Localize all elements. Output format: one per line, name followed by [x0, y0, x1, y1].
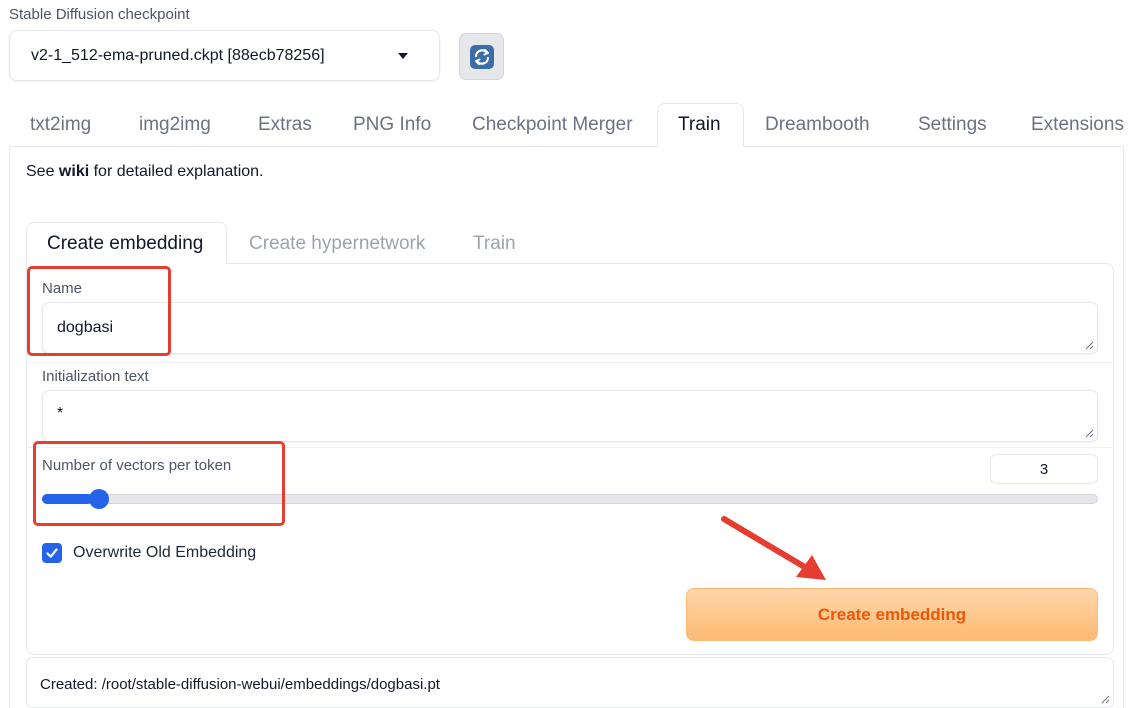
- subtab-train[interactable]: Train: [473, 233, 516, 255]
- output-textbox: Created: /root/stable-diffusion-webui/em…: [26, 657, 1114, 708]
- wiki-note-suffix: for detailed explanation.: [89, 163, 264, 180]
- create-embedding-button[interactable]: Create embedding: [686, 588, 1098, 641]
- overwrite-checkbox-label: Overwrite Old Embedding: [73, 544, 257, 561]
- resize-grip-icon[interactable]: [1101, 695, 1110, 704]
- tab-extensions[interactable]: Extensions: [1031, 114, 1124, 136]
- tab-img2img[interactable]: img2img: [139, 114, 211, 136]
- wiki-link[interactable]: wiki: [59, 163, 89, 180]
- tab-checkpoint-merger[interactable]: Checkpoint Merger: [472, 114, 633, 136]
- initialization-text-value: *: [57, 405, 64, 422]
- tab-train[interactable]: Train: [678, 114, 721, 136]
- tab-settings[interactable]: Settings: [918, 114, 987, 136]
- subtab-create-embedding[interactable]: Create embedding: [47, 233, 203, 255]
- checkpoint-label: Stable Diffusion checkpoint: [9, 6, 190, 23]
- refresh-icon: [469, 44, 494, 69]
- initialization-text-input[interactable]: *: [42, 390, 1098, 442]
- checkmark-icon: [46, 548, 58, 558]
- chevron-down-icon: [398, 53, 408, 59]
- wiki-note: See wiki for detailed explanation.: [26, 163, 264, 181]
- divider: [27, 362, 1113, 363]
- tab-extras[interactable]: Extras: [258, 114, 312, 136]
- tab-png-info[interactable]: PNG Info: [353, 114, 431, 136]
- wiki-note-prefix: See: [26, 163, 59, 180]
- name-highlight-box: [27, 266, 171, 356]
- tab-dreambooth[interactable]: Dreambooth: [765, 114, 870, 136]
- checkpoint-selected-value: v2-1_512-ema-pruned.ckpt [88ecb78256]: [31, 47, 325, 64]
- vectors-highlight-box: [33, 441, 285, 526]
- vectors-per-token-number-input[interactable]: 3: [990, 454, 1098, 484]
- refresh-checkpoint-button[interactable]: [459, 33, 504, 80]
- resize-grip-icon[interactable]: [1085, 429, 1094, 438]
- tab-txt2img[interactable]: txt2img: [30, 114, 91, 136]
- initialization-text-label: Initialization text: [42, 368, 149, 385]
- overwrite-checkbox[interactable]: [42, 543, 62, 563]
- output-message: Created: /root/stable-diffusion-webui/em…: [40, 676, 440, 693]
- checkpoint-dropdown[interactable]: v2-1_512-ema-pruned.ckpt [88ecb78256]: [9, 30, 440, 81]
- resize-grip-icon[interactable]: [1085, 341, 1094, 350]
- name-input[interactable]: dogbasi: [42, 302, 1098, 354]
- subtab-create-hypernetwork[interactable]: Create hypernetwork: [249, 233, 425, 255]
- red-arrow-icon: [721, 516, 826, 580]
